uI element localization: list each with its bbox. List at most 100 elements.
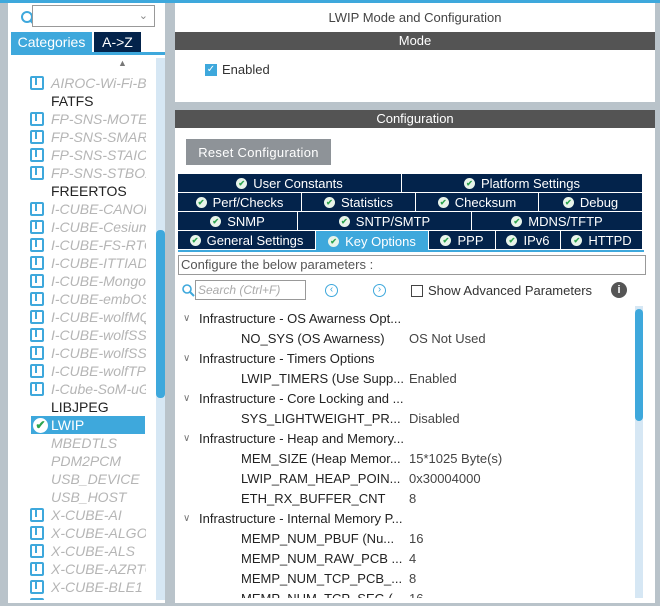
next-result-icon[interactable]: › <box>373 284 386 297</box>
parameter-row[interactable]: MEMP_NUM_TCP_PCB_... 8 <box>175 569 633 589</box>
list-item[interactable]: USB_HOST <box>10 488 146 506</box>
tab-mdns-tftp[interactable]: ✔ MDNS/TFTP <box>472 212 643 230</box>
parameter-value[interactable]: OS Not Used <box>409 329 486 349</box>
list-item[interactable]: USB_DEVICE <box>10 470 146 488</box>
list-item-label: PDM2PCM <box>51 453 122 469</box>
tab-snmp[interactable]: ✔ SNMP <box>178 212 298 230</box>
list-item[interactable]: FP-SNS-STAIOT <box>10 146 146 164</box>
list-item[interactable]: I-CUBE-FS-RTOS <box>10 236 146 254</box>
check-circle-icon: ✔ <box>210 215 222 227</box>
tab-key-options[interactable]: ✔ Key Options <box>316 231 429 251</box>
reset-configuration-button[interactable]: Reset Configuration <box>186 139 331 165</box>
parameter-scrollbar[interactable] <box>635 306 643 598</box>
parameter-value[interactable]: Enabled <box>409 369 457 389</box>
list-item[interactable]: I-CUBE-wolfTPM <box>10 362 146 380</box>
tab-httpd[interactable]: ✔ HTTPD <box>561 231 643 249</box>
chevron-down-icon[interactable]: ∨ <box>183 309 190 329</box>
tab-checksum[interactable]: ✔ Checksum <box>416 193 539 211</box>
list-item[interactable]: FREERTOS <box>10 182 146 200</box>
parameter-row[interactable]: ETH_RX_BUFFER_CNT 8 <box>175 489 633 509</box>
parameter-value[interactable]: 8 <box>409 569 416 589</box>
tab-label: MDNS/TFTP <box>528 213 603 229</box>
parameter-row[interactable]: LWIP_TIMERS (Use Supp... Enabled <box>175 369 633 389</box>
tab-categories[interactable]: Categories <box>11 32 92 52</box>
parameter-value[interactable]: 4 <box>409 549 416 569</box>
parameter-value[interactable]: 16 <box>409 589 423 598</box>
search-icon[interactable] <box>181 283 195 297</box>
parameter-row[interactable]: SYS_LIGHTWEIGHT_PR... Disabled <box>175 409 633 429</box>
list-item[interactable]: I-CUBE-Mongoose <box>10 272 146 290</box>
list-item[interactable]: I-CUBE-wolfSSL <box>10 344 146 362</box>
parameter-search-input[interactable]: Search (Ctrl+F) <box>195 280 306 300</box>
list-item[interactable]: AIROC-Wi-Fi-Bluetooth <box>10 74 146 92</box>
parameter-value[interactable]: 8 <box>409 489 416 509</box>
group-label: Infrastructure - Timers Options <box>199 351 375 366</box>
list-item-label: AIROC-Wi-Fi-Bluetooth <box>51 75 146 91</box>
info-icon[interactable]: i <box>611 282 627 298</box>
chevron-down-icon[interactable]: ∨ <box>183 389 190 409</box>
tab-general-settings[interactable]: ✔ General Settings <box>178 231 316 249</box>
parameter-value[interactable]: Disabled <box>409 409 460 429</box>
previous-result-icon[interactable]: ‹ <box>325 284 338 297</box>
download-icon <box>30 292 44 306</box>
parameter-row[interactable]: LWIP_RAM_HEAP_POIN... 0x30004000 <box>175 469 633 489</box>
download-icon <box>30 220 44 234</box>
tab-perf-checks[interactable]: ✔ Perf/Checks <box>178 193 302 211</box>
tab-statistics[interactable]: ✔ Statistics <box>302 193 416 211</box>
sidebar-scrollbar[interactable] <box>156 58 165 600</box>
show-advanced-checkbox[interactable] <box>411 285 423 297</box>
tab-debug[interactable]: ✔ Debug <box>539 193 643 211</box>
list-item[interactable]: I-CUBE-wolfMQTT <box>10 308 146 326</box>
list-item[interactable]: FP-SNS-MOTENV <box>10 110 146 128</box>
component-search-combo[interactable]: ⌄ <box>32 5 155 27</box>
list-item[interactable]: X-CUBE-BLE1 <box>10 578 146 596</box>
tab-separator <box>178 250 644 252</box>
list-item[interactable]: I-CUBE-embOS <box>10 290 146 308</box>
list-item[interactable]: FP-SNS-STBOX <box>10 164 146 182</box>
list-item[interactable]: I-CUBE-wolfSSH <box>10 326 146 344</box>
parameter-row[interactable]: MEMP_NUM_RAW_PCB ... 4 <box>175 549 633 569</box>
tab-user-constants[interactable]: ✔ User Constants <box>178 174 402 192</box>
chevron-down-icon[interactable]: ∨ <box>183 349 190 369</box>
scrollbar-thumb[interactable] <box>635 309 643 421</box>
list-item[interactable]: X-CUBE-BLE2 <box>10 596 146 600</box>
enabled-checkbox[interactable]: ✓ <box>205 64 217 76</box>
list-item-label: I-CUBE-CANOPEN <box>51 201 146 217</box>
list-item[interactable]: I-CUBE-ITTIAD <box>10 254 146 272</box>
list-item-label: LWIP <box>51 417 85 433</box>
list-item[interactable]: PDM2PCM <box>10 452 146 470</box>
parameter-row[interactable]: MEM_SIZE (Heap Memor... 15*1025 Byte(s) <box>175 449 633 469</box>
chevron-down-icon[interactable]: ∨ <box>183 509 190 529</box>
check-circle-icon: ✔ <box>506 234 518 246</box>
download-icon <box>30 598 44 600</box>
list-item[interactable]: ✔ LWIP <box>31 416 145 434</box>
list-item[interactable]: I-Cube-SoM-uGOAL <box>10 380 146 398</box>
list-item[interactable]: MBEDTLS <box>10 434 146 452</box>
parameter-value[interactable]: 16 <box>409 529 423 549</box>
list-item[interactable]: X-CUBE-ALGOBUILD <box>10 524 146 542</box>
parameter-value[interactable]: 0x30004000 <box>409 469 481 489</box>
parameter-row[interactable]: NO_SYS (OS Awarness) OS Not Used <box>175 329 633 349</box>
scrollbar-thumb[interactable] <box>156 230 165 398</box>
chevron-down-icon[interactable]: ∨ <box>183 429 190 449</box>
list-item[interactable]: X-CUBE-AZRTOS <box>10 560 146 578</box>
tab-ppp[interactable]: ✔ PPP <box>429 231 496 249</box>
tab-label: Debug <box>579 194 619 210</box>
list-item[interactable]: I-CUBE-Cesium <box>10 218 146 236</box>
parameter-row[interactable]: MEMP_NUM_TCP_SEG (... 16 <box>175 589 633 598</box>
parameter-value[interactable]: 15*1025 Byte(s) <box>409 449 502 469</box>
chevron-down-icon[interactable]: ⌄ <box>139 9 148 22</box>
list-item[interactable]: X-CUBE-AI <box>10 506 146 524</box>
parameter-row[interactable]: MEMP_NUM_PBUF (Nu... 16 <box>175 529 633 549</box>
list-item[interactable]: FP-SNS-SMARTAG <box>10 128 146 146</box>
list-item[interactable]: FATFS <box>10 92 146 110</box>
list-item-label: X-CUBE-AZRTOS <box>51 561 146 577</box>
list-item[interactable]: I-CUBE-CANOPEN <box>10 200 146 218</box>
tab-platform-settings[interactable]: ✔ Platform Settings <box>402 174 643 192</box>
scroll-up-icon[interactable]: ▲ <box>118 58 127 68</box>
list-item[interactable]: LIBJPEG <box>10 398 146 416</box>
tab-ipv6[interactable]: ✔ IPv6 <box>496 231 561 249</box>
tab-a-z[interactable]: A->Z <box>94 32 141 52</box>
tab-sntp-smtp[interactable]: ✔ SNTP/SMTP <box>298 212 472 230</box>
list-item[interactable]: X-CUBE-ALS <box>10 542 146 560</box>
